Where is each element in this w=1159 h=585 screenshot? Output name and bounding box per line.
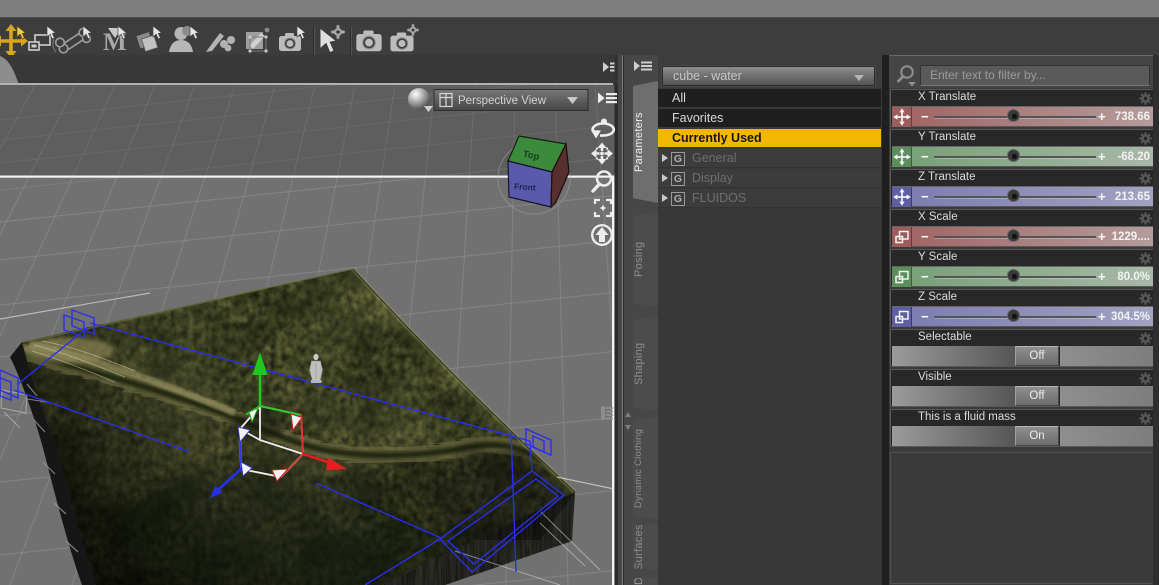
svg-text:Front: Front xyxy=(514,181,537,193)
svg-text:Perspective View: Perspective View xyxy=(458,95,547,107)
